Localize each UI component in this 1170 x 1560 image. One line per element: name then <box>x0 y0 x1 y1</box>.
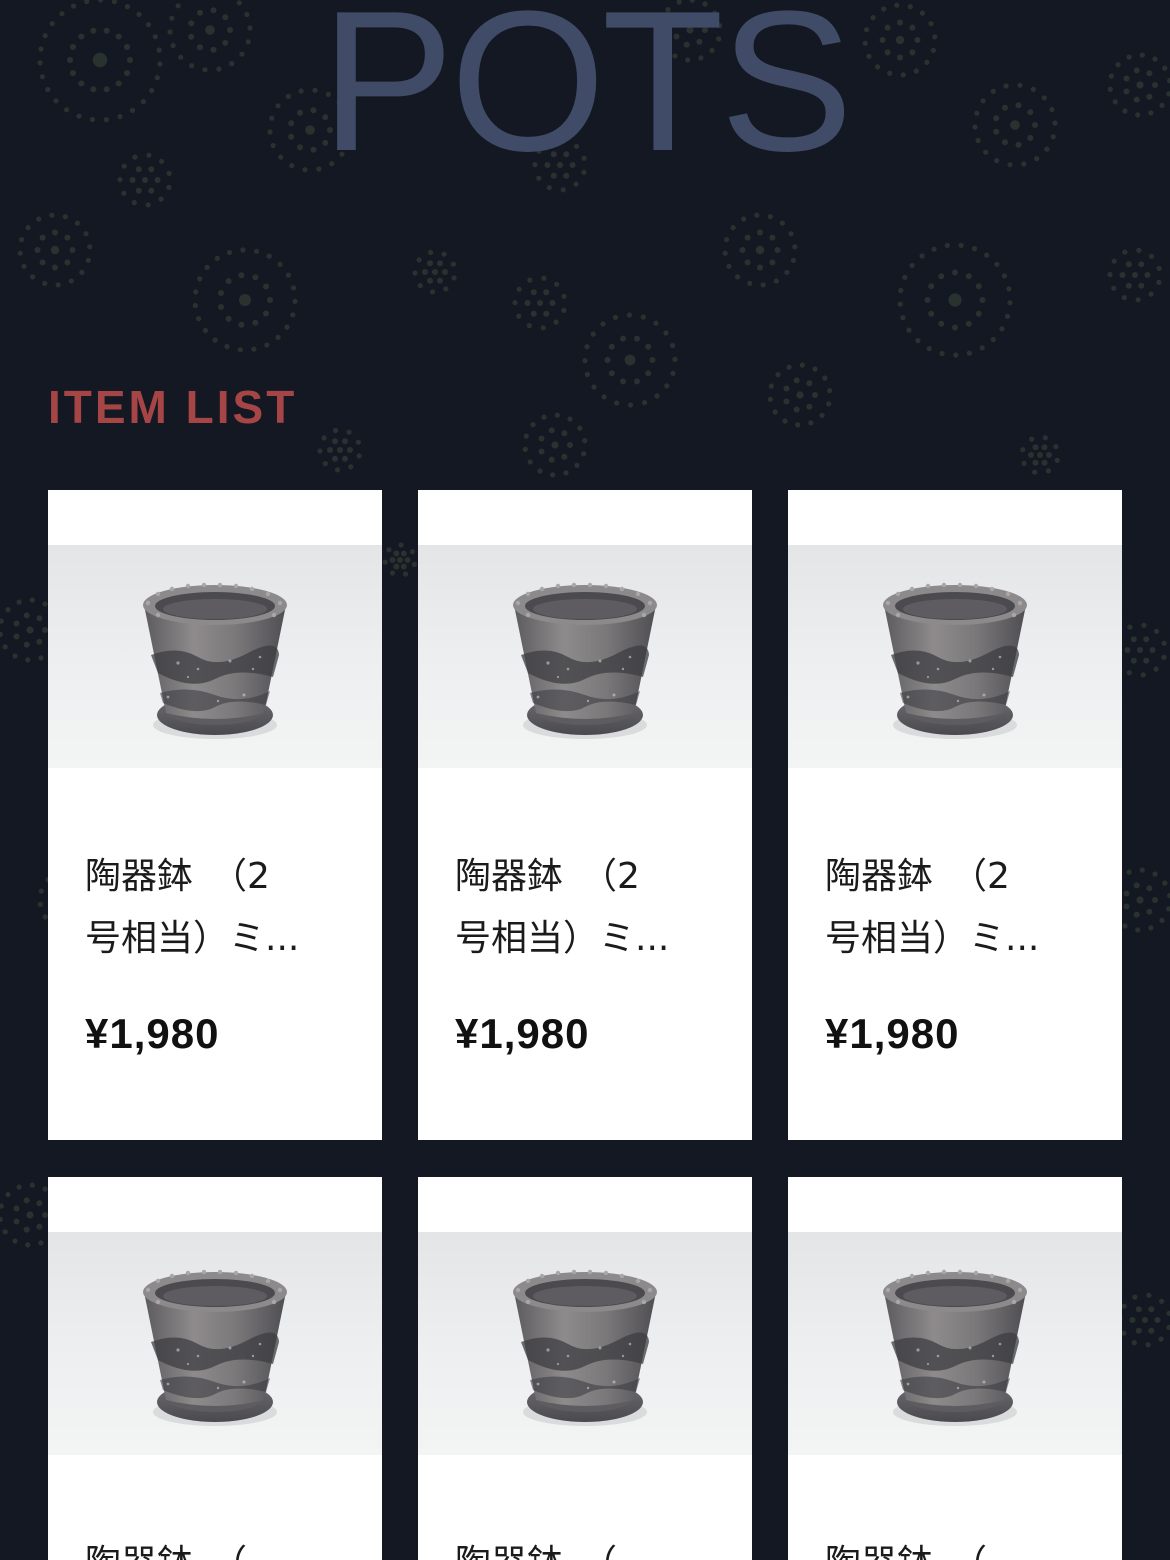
firework-burst <box>722 212 798 288</box>
product-image[interactable] <box>48 1232 382 1455</box>
product-image[interactable] <box>788 545 1122 768</box>
product-title[interactable]: 陶器鉢 （2 号相当）ミ... <box>85 846 335 970</box>
firework-burst <box>1107 247 1162 303</box>
product-image[interactable] <box>418 545 752 768</box>
ceramic-pot-illustration <box>513 1269 657 1426</box>
product-title-line: 号相当）ミ... <box>825 918 1040 959</box>
product-card[interactable]: 陶器鉢 （2 号相当）ミ... ¥1,980 <box>418 490 752 1140</box>
firework-burst <box>382 542 417 577</box>
product-title-line: 号相当）ミ... <box>85 918 300 959</box>
ceramic-pot-illustration <box>143 582 287 739</box>
ceramic-pot-illustration <box>143 1269 287 1426</box>
firework-burst <box>512 275 567 331</box>
section-heading-item-list: ITEM LIST <box>48 381 298 433</box>
ceramic-pot-illustration <box>513 582 657 739</box>
product-title-line: 陶器鉢 （2 <box>85 856 270 897</box>
firework-burst <box>17 212 93 288</box>
firework-burst <box>1117 1292 1170 1348</box>
product-card[interactable]: 陶器鉢 （ <box>48 1177 382 1560</box>
product-title[interactable]: 陶器鉢 （2 号相当）ミ... <box>455 846 705 970</box>
firework-burst <box>767 362 833 428</box>
product-price: ¥1,980 <box>825 1010 960 1057</box>
product-title-line: 陶器鉢 （ <box>455 1533 705 1560</box>
product-price: ¥1,980 <box>455 1010 590 1057</box>
product-image[interactable] <box>418 1232 752 1455</box>
product-title-line: 号相当）ミ... <box>455 918 670 959</box>
page-title: POTS <box>320 0 854 193</box>
product-title-line: 陶器鉢 （ <box>825 1533 1075 1560</box>
product-image[interactable] <box>48 545 382 768</box>
product-card[interactable]: 陶器鉢 （ <box>788 1177 1122 1560</box>
product-card[interactable]: 陶器鉢 （2 号相当）ミ... ¥1,980 <box>788 490 1122 1140</box>
product-image[interactable] <box>788 1232 1122 1455</box>
product-title-line: 陶器鉢 （2 <box>825 856 1010 897</box>
firework-burst <box>522 412 588 478</box>
firework-burst <box>317 427 362 473</box>
product-title-line: 陶器鉢 （ <box>85 1533 335 1560</box>
product-price: ¥1,980 <box>85 1010 220 1057</box>
ceramic-pot-illustration <box>883 1269 1027 1426</box>
product-title[interactable]: 陶器鉢 （ <box>85 1533 335 1560</box>
product-card[interactable]: 陶器鉢 （2 号相当）ミ... ¥1,980 <box>48 490 382 1140</box>
ceramic-pot-illustration <box>883 582 1027 739</box>
firework-burst <box>1020 435 1060 475</box>
firework-burst <box>192 247 298 353</box>
firework-burst <box>897 242 1013 358</box>
product-title[interactable]: 陶器鉢 （ <box>455 1533 705 1560</box>
product-title-line: 陶器鉢 （2 <box>455 856 640 897</box>
product-title[interactable]: 陶器鉢 （ <box>825 1533 1075 1560</box>
firework-burst <box>412 249 457 295</box>
product-title[interactable]: 陶器鉢 （2 号相当）ミ... <box>825 846 1075 970</box>
product-card[interactable]: 陶器鉢 （ <box>418 1177 752 1560</box>
firework-burst <box>582 312 678 408</box>
